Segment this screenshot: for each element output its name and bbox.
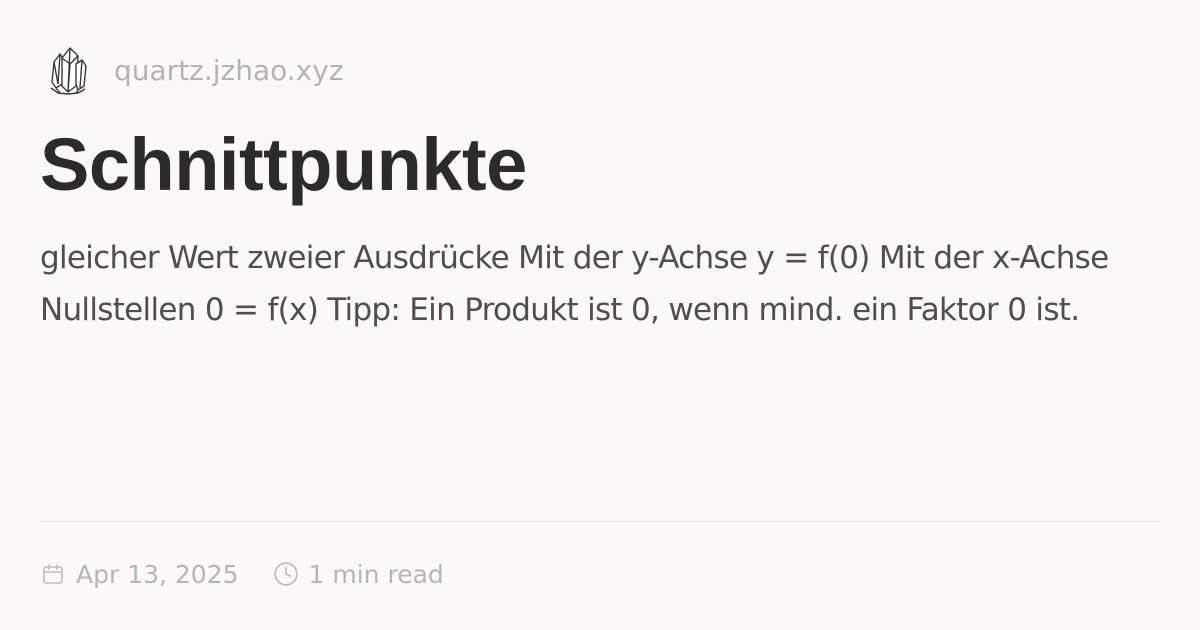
site-header: quartz.jzhao.xyz [40, 40, 344, 100]
site-url[interactable]: quartz.jzhao.xyz [114, 54, 344, 87]
page-meta: Apr 13, 2025 1 min read [40, 552, 444, 596]
publish-date: Apr 13, 2025 [76, 559, 239, 589]
page-description: gleicher Wert zweier Ausdrücke Mit der y… [40, 240, 1109, 328]
date-item: Apr 13, 2025 [40, 560, 239, 589]
reading-time-item: 1 min read [273, 560, 444, 589]
crystal-logo-icon [40, 42, 96, 98]
divider [40, 521, 1160, 522]
og-card: quartz.jzhao.xyz Schnittpunkte gleicher … [0, 0, 1200, 630]
page-title: Schnittpunkte [40, 123, 527, 206]
calendar-icon [40, 561, 66, 587]
reading-time: 1 min read [308, 559, 444, 589]
clock-icon [273, 561, 299, 587]
